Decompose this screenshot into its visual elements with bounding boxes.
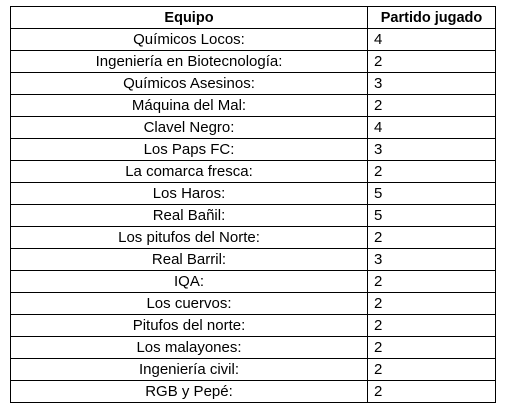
matches-played-cell: 3 bbox=[367, 72, 496, 95]
matches-played-cell: 3 bbox=[367, 248, 496, 271]
matches-played-cell: 5 bbox=[367, 182, 496, 205]
team-name-cell: Los cuervos: bbox=[10, 292, 368, 315]
team-name-cell: Los pitufos del Norte: bbox=[10, 226, 368, 249]
table-header-row: Equipo Partido jugado bbox=[10, 6, 496, 29]
team-name-cell: La comarca fresca: bbox=[10, 160, 368, 183]
table-row: Químicos Asesinos: 3 bbox=[10, 72, 496, 95]
matches-played-cell: 2 bbox=[367, 380, 496, 403]
teams-table: Equipo Partido jugado Químicos Locos: 4 In… bbox=[10, 6, 496, 403]
team-name-cell: Los Paps FC: bbox=[10, 138, 368, 161]
team-name-cell: Los malayones: bbox=[10, 336, 368, 359]
table-row: RGB y Pepé: 2 bbox=[10, 380, 496, 403]
team-name-cell: Químicos Asesinos: bbox=[10, 72, 368, 95]
team-name-cell: Ingeniería en Biotecnología: bbox=[10, 50, 368, 73]
matches-played-cell: 2 bbox=[367, 358, 496, 381]
document-page: Equipo Partido jugado Químicos Locos: 4 In… bbox=[0, 0, 508, 417]
team-name-cell: Pitufos del norte: bbox=[10, 314, 368, 337]
team-name-cell: Los Haros: bbox=[10, 182, 368, 205]
matches-played-cell: 2 bbox=[367, 94, 496, 117]
matches-played-cell: 2 bbox=[367, 270, 496, 293]
team-name-cell: Real Bañil: bbox=[10, 204, 368, 227]
table-row: La comarca fresca: 2 bbox=[10, 160, 496, 183]
team-name-cell: Máquina del Mal: bbox=[10, 94, 368, 117]
matches-played-cell: 2 bbox=[367, 314, 496, 337]
table-row: Real Bañil: 5 bbox=[10, 204, 496, 227]
table-row: Pitufos del norte: 2 bbox=[10, 314, 496, 337]
header-team: Equipo bbox=[10, 6, 368, 29]
matches-played-cell: 4 bbox=[367, 116, 496, 139]
matches-played-cell: 2 bbox=[367, 292, 496, 315]
table-row: Los Haros: 5 bbox=[10, 182, 496, 205]
table-row: Máquina del Mal: 2 bbox=[10, 94, 496, 117]
matches-played-cell: 2 bbox=[367, 226, 496, 249]
table-row: Ingeniería civil: 2 bbox=[10, 358, 496, 381]
team-name-cell: RGB y Pepé: bbox=[10, 380, 368, 403]
team-name-cell: Químicos Locos: bbox=[10, 28, 368, 51]
matches-played-cell: 3 bbox=[367, 138, 496, 161]
table-row: Clavel Negro: 4 bbox=[10, 116, 496, 139]
table-row: Los pitufos del Norte: 2 bbox=[10, 226, 496, 249]
table-row: Ingeniería en Biotecnología: 2 bbox=[10, 50, 496, 73]
table-row: IQA: 2 bbox=[10, 270, 496, 293]
team-name-cell: IQA: bbox=[10, 270, 368, 293]
team-name-cell: Clavel Negro: bbox=[10, 116, 368, 139]
header-played: Partido jugado bbox=[367, 6, 496, 29]
team-name-cell: Real Barril: bbox=[10, 248, 368, 271]
matches-played-cell: 5 bbox=[367, 204, 496, 227]
matches-played-cell: 2 bbox=[367, 50, 496, 73]
table-body: Químicos Locos: 4 Ingeniería en Biotecnolo… bbox=[10, 28, 496, 403]
table-row: Químicos Locos: 4 bbox=[10, 28, 496, 51]
table-row: Los cuervos: 2 bbox=[10, 292, 496, 315]
table-row: Los malayones: 2 bbox=[10, 336, 496, 359]
matches-played-cell: 2 bbox=[367, 336, 496, 359]
team-name-cell: Ingeniería civil: bbox=[10, 358, 368, 381]
matches-played-cell: 4 bbox=[367, 28, 496, 51]
table-row: Real Barril: 3 bbox=[10, 248, 496, 271]
matches-played-cell: 2 bbox=[367, 160, 496, 183]
table-row: Los Paps FC: 3 bbox=[10, 138, 496, 161]
